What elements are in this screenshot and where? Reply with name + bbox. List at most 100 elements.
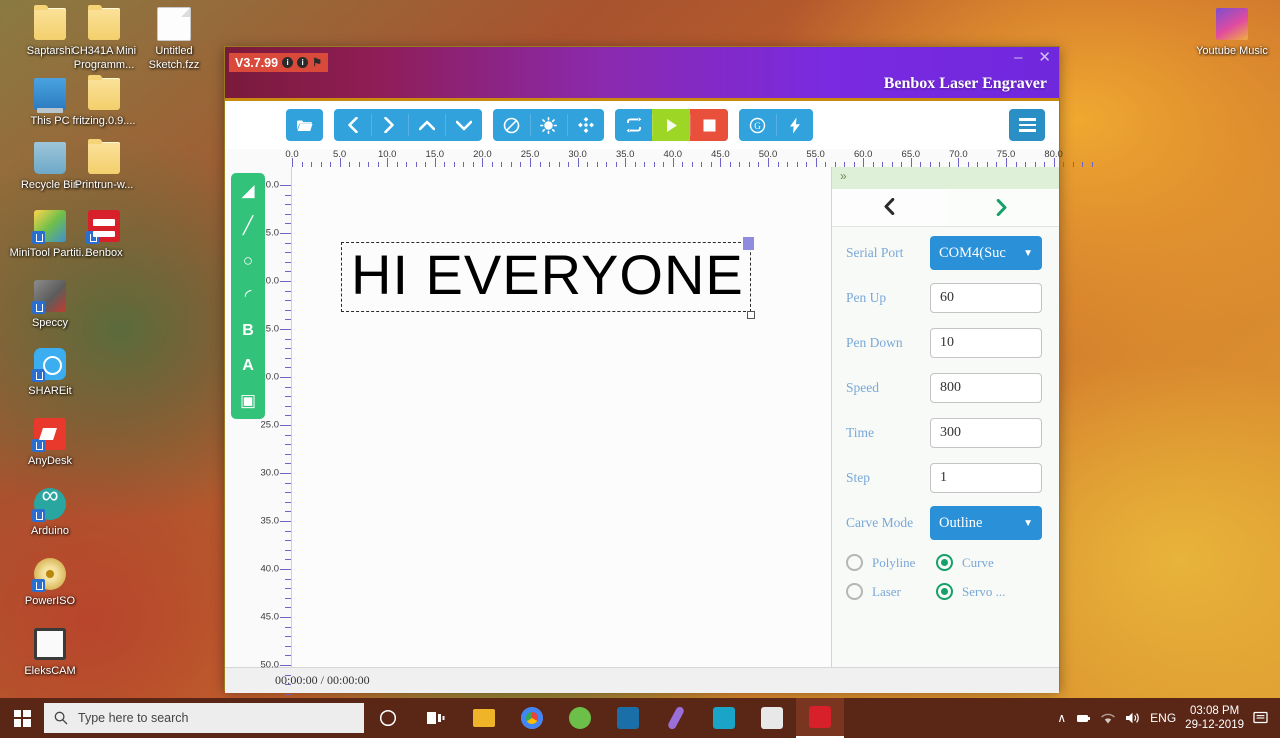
usb-device-icon[interactable]: [1075, 712, 1091, 725]
desktop-icon-elekscam[interactable]: EleksCAM: [8, 628, 92, 679]
news-app-button[interactable]: [748, 698, 796, 738]
ruler-label: 45.0: [260, 611, 280, 623]
hamburger-line: [1018, 129, 1036, 132]
bold-b-icon: B: [242, 322, 254, 339]
text-tool[interactable]: A: [236, 355, 260, 377]
feather-editor-button[interactable]: [652, 698, 700, 738]
tray-expand-icon[interactable]: ∧: [1057, 711, 1066, 725]
gcode-button[interactable]: G: [739, 109, 776, 141]
panel-collapse-button[interactable]: »: [832, 167, 1059, 189]
line-tool[interactable]: ╱: [236, 215, 260, 237]
line-icon: ╱: [242, 216, 254, 235]
select-tag-tool[interactable]: ◢: [236, 180, 260, 202]
center-button[interactable]: [567, 109, 604, 141]
laser-on-button[interactable]: [530, 109, 567, 141]
circle-tool[interactable]: ○: [236, 250, 260, 272]
desktop-icon-anydesk[interactable]: AnyDesk: [8, 418, 92, 469]
field-value: 10: [940, 335, 954, 350]
language-indicator[interactable]: ENG: [1150, 711, 1176, 725]
power-button[interactable]: [776, 109, 813, 141]
stop-engrave-button[interactable]: [690, 109, 728, 141]
start-engrave-button[interactable]: [652, 109, 690, 141]
carve-mode-select[interactable]: Outline ▼: [930, 506, 1042, 540]
bold-text-tool[interactable]: B: [236, 320, 260, 342]
laser-off-button[interactable]: [493, 109, 530, 141]
notification-icon[interactable]: [1253, 711, 1270, 726]
start-button[interactable]: [0, 698, 44, 738]
settings-radio-groups: Polyline Curve Laser Servo ...: [832, 554, 1059, 600]
radio-label: Servo ...: [962, 583, 1006, 599]
volume-icon[interactable]: [1125, 711, 1141, 725]
desktop-icon-poweriso[interactable]: PowerISO: [8, 558, 92, 609]
cortana-button[interactable]: [364, 698, 412, 738]
speed-input[interactable]: 800: [930, 373, 1042, 403]
window-titlebar: V3.7.99 i i ⚑ – ✕ Benbox Laser Engraver: [225, 47, 1059, 101]
setting-row: Step 1: [832, 459, 1059, 497]
desktop-icon-youtube-music[interactable]: Youtube Music: [1190, 8, 1274, 59]
search-input[interactable]: Type here to search: [44, 703, 364, 733]
flag-icon[interactable]: ⚑: [312, 56, 322, 69]
resize-handle-top-right[interactable]: [743, 237, 754, 250]
ruler-tick: [672, 158, 674, 167]
clock[interactable]: 03:08 PM 29-12-2019: [1185, 704, 1244, 732]
move-right-button[interactable]: [371, 109, 408, 141]
image-tool[interactable]: ▣: [236, 390, 260, 412]
time-input[interactable]: 300: [930, 418, 1042, 448]
desktop-icon-benbox[interactable]: Benbox: [62, 210, 146, 261]
mail-button[interactable]: [604, 698, 652, 738]
wifi-icon[interactable]: [1100, 712, 1116, 725]
resize-handle-bottom-right[interactable]: [747, 311, 755, 319]
step-input[interactable]: 1: [930, 463, 1042, 493]
desktop-icon-fritzing-0-9[interactable]: fritzing.0.9....: [62, 75, 146, 129]
ruler-tick: [1091, 162, 1093, 167]
move-left-button[interactable]: [334, 109, 371, 141]
radio-button-icon: [936, 583, 953, 600]
desktop-icon-speccy[interactable]: Speccy: [8, 280, 92, 331]
utorrent-button[interactable]: [556, 698, 604, 738]
serial-port-select[interactable]: COM4(Suc ▼: [930, 236, 1042, 270]
ruler-tick: [280, 185, 291, 186]
toolbar-group-run: [615, 109, 728, 141]
file-explorer-button[interactable]: [460, 698, 508, 738]
preview-frame-button[interactable]: [615, 109, 652, 141]
tab-next[interactable]: [945, 189, 1059, 226]
ruler-tick: [1072, 162, 1074, 167]
move-up-button[interactable]: [408, 109, 445, 141]
desktop-icon-arduino[interactable]: Arduino: [8, 482, 92, 539]
ruler-label: 30.0: [260, 467, 280, 479]
benbox-application-window: V3.7.99 i i ⚑ – ✕ Benbox Laser Engraver: [224, 46, 1093, 705]
drawing-tools-palette: ◢ ╱ ○ ◜ B A ▣: [231, 173, 265, 419]
pen-down-input[interactable]: 10: [930, 328, 1042, 358]
radio-laser[interactable]: Laser: [846, 583, 936, 600]
screen-recorder-button[interactable]: [700, 698, 748, 738]
field-value: 60: [940, 290, 954, 305]
desktop-icon-untitled-sketch-fzz[interactable]: Untitled Sketch.fzz: [132, 8, 216, 72]
open-file-button[interactable]: [286, 109, 323, 141]
menu-button[interactable]: [1009, 109, 1045, 141]
desktop-icon-shareit[interactable]: SHAREit: [8, 348, 92, 399]
google-chrome-button[interactable]: [508, 698, 556, 738]
text-object-selection[interactable]: HI EVERYONE: [341, 237, 755, 319]
task-view-button[interactable]: [412, 698, 460, 738]
curve-tool[interactable]: ◜: [236, 285, 260, 307]
pen-up-input[interactable]: 60: [930, 283, 1042, 313]
ruler-tick: [387, 158, 389, 167]
shortcut-badge-icon: [32, 509, 45, 522]
desktop-icon-printrun-w[interactable]: Printrun-w...: [62, 139, 146, 193]
info-icon-2[interactable]: i: [297, 57, 309, 68]
chevron-down-icon: ▼: [1023, 247, 1033, 259]
radio-polyline[interactable]: Polyline: [846, 554, 936, 571]
benbox-taskbar-button[interactable]: [796, 698, 844, 738]
benbox-taskbar-icon: [809, 706, 831, 728]
info-icon-1[interactable]: i: [282, 57, 294, 68]
ruler-tick: [280, 377, 291, 378]
minimize-button[interactable]: –: [1014, 50, 1022, 65]
ruler-tick: [285, 684, 291, 686]
tab-previous[interactable]: [832, 189, 946, 226]
clock-date: 29-12-2019: [1185, 719, 1244, 731]
move-down-button[interactable]: [445, 109, 482, 141]
radio-servo[interactable]: Servo ...: [936, 583, 1005, 600]
benbox-icon: [86, 210, 120, 244]
close-button[interactable]: ✕: [1038, 50, 1051, 65]
radio-curve[interactable]: Curve: [936, 554, 994, 571]
